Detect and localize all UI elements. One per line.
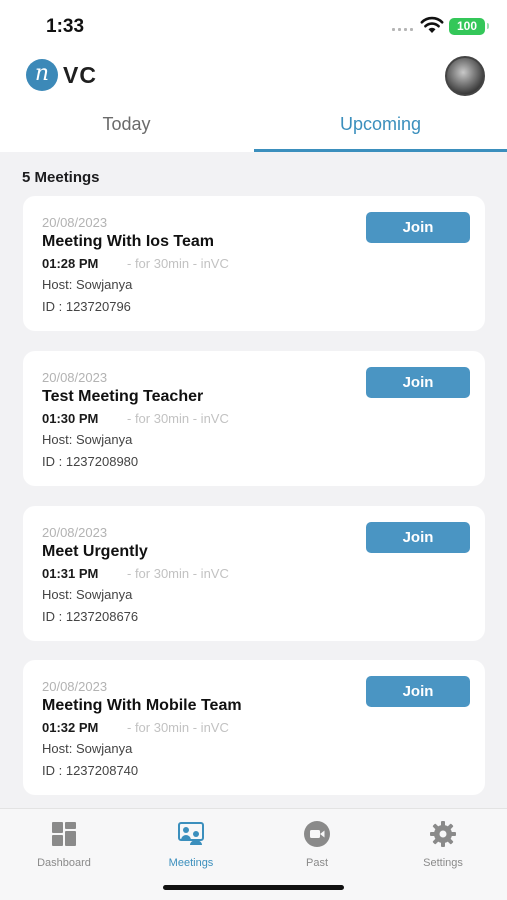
join-button[interactable]: Join bbox=[366, 522, 470, 553]
meeting-host: Host: Sowjanya bbox=[42, 432, 133, 447]
meeting-id: ID : 1237208980 bbox=[42, 454, 139, 469]
tab-settings[interactable]: Settings bbox=[388, 817, 498, 873]
meeting-id: ID : 123720796 bbox=[42, 299, 131, 314]
tab-upcoming[interactable]: Upcoming bbox=[254, 100, 507, 152]
battery-icon: 100 bbox=[449, 18, 489, 35]
tab-dashboard-label: Dashboard bbox=[37, 857, 91, 869]
profile-avatar[interactable] bbox=[445, 56, 485, 96]
meeting-duration: - for 30min - inVC bbox=[127, 720, 229, 735]
meeting-card: 20/08/2023 Meet Urgently 01:31 PM - for … bbox=[23, 506, 485, 641]
logo-text: VC bbox=[63, 61, 97, 88]
meeting-date: 20/08/2023 bbox=[42, 215, 108, 230]
meeting-title: Meeting With Ios Team bbox=[42, 233, 215, 250]
meeting-host: Host: Sowjanya bbox=[42, 741, 133, 756]
meeting-title: Meet Urgently bbox=[42, 543, 148, 560]
app-header: 1:33 100 n VC Today Upcoming bbox=[0, 0, 507, 152]
meeting-id: ID : 1237208740 bbox=[42, 763, 139, 778]
home-indicator bbox=[163, 885, 344, 890]
join-button[interactable]: Join bbox=[366, 676, 470, 707]
video-camera-icon bbox=[304, 821, 330, 847]
meeting-time: 01:31 PM bbox=[42, 566, 99, 581]
tab-settings-label: Settings bbox=[423, 857, 463, 869]
meeting-date: 20/08/2023 bbox=[42, 679, 108, 694]
meeting-card: 20/08/2023 Meeting With Ios Team 01:28 P… bbox=[23, 196, 485, 331]
tab-meetings-label: Meetings bbox=[168, 857, 214, 869]
meeting-id: ID : 1237208676 bbox=[42, 609, 139, 624]
meeting-duration: - for 30min - inVC bbox=[127, 566, 229, 581]
tab-meetings[interactable]: Meetings bbox=[136, 817, 246, 873]
meeting-time: 01:32 PM bbox=[42, 720, 99, 735]
join-button[interactable]: Join bbox=[366, 367, 470, 398]
meeting-card: 20/08/2023 Test Meeting Teacher 01:30 PM… bbox=[23, 351, 485, 486]
meetings-icon bbox=[178, 822, 204, 845]
cellular-signal-icon bbox=[392, 28, 414, 32]
meeting-time: 01:28 PM bbox=[42, 256, 99, 271]
meeting-date: 20/08/2023 bbox=[42, 525, 108, 540]
meeting-duration: - for 30min - inVC bbox=[127, 411, 229, 426]
meeting-title: Test Meeting Teacher bbox=[42, 388, 204, 405]
meeting-host: Host: Sowjanya bbox=[42, 277, 133, 292]
meeting-duration: - for 30min - inVC bbox=[127, 256, 229, 271]
meeting-time: 01:30 PM bbox=[42, 411, 99, 426]
join-button[interactable]: Join bbox=[366, 212, 470, 243]
app-logo: n VC bbox=[26, 59, 97, 91]
meetings-count: 5 Meetings bbox=[22, 169, 100, 186]
tab-today[interactable]: Today bbox=[0, 100, 253, 152]
dashboard-icon bbox=[52, 822, 76, 846]
meeting-title: Meeting With Mobile Team bbox=[42, 697, 242, 714]
meeting-date: 20/08/2023 bbox=[42, 370, 108, 385]
meeting-tabs: Today Upcoming bbox=[0, 100, 507, 152]
logo-mark: n bbox=[26, 59, 58, 91]
tab-past-label: Past bbox=[305, 857, 328, 869]
gear-icon bbox=[430, 821, 456, 847]
status-time: 1:33 bbox=[46, 16, 85, 37]
tab-past[interactable]: Past bbox=[262, 817, 372, 873]
meeting-card: 20/08/2023 Meeting With Mobile Team 01:3… bbox=[23, 660, 485, 795]
tab-dashboard[interactable]: Dashboard bbox=[9, 817, 119, 873]
meeting-host: Host: Sowjanya bbox=[42, 587, 133, 602]
status-bar: 1:33 100 bbox=[0, 0, 507, 50]
wifi-icon bbox=[420, 16, 444, 33]
